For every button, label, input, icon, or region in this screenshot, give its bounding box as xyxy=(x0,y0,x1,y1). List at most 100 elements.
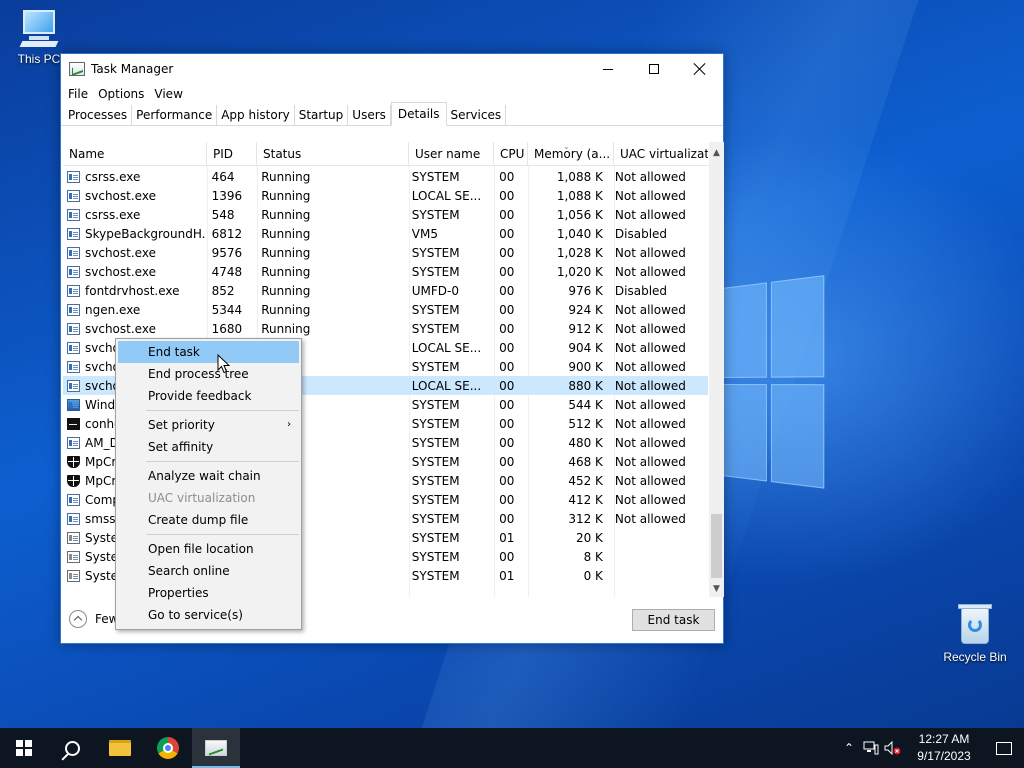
context-menu-label: Properties xyxy=(148,586,209,600)
context-menu-item-open-file-location[interactable]: Open file location xyxy=(116,538,301,560)
process-cpu: 00 xyxy=(499,511,515,526)
process-uac: Not allowed xyxy=(614,359,686,374)
process-app-icon xyxy=(67,208,80,221)
process-cpu: 00 xyxy=(499,454,515,469)
context-menu-item-properties[interactable]: Properties xyxy=(116,582,301,604)
process-memory: 924 K xyxy=(568,302,603,317)
table-row[interactable]: csrss.exe 548 Running SYSTEM 00 1,056 K Not al… xyxy=(63,205,708,224)
clock[interactable]: 12:27 AM 9/17/2023 xyxy=(904,731,984,765)
scroll-down-icon[interactable]: ▼ xyxy=(709,582,724,597)
process-user: SYSTEM xyxy=(411,568,460,583)
search-button[interactable] xyxy=(48,728,96,768)
menu-separator xyxy=(146,461,299,462)
minimize-button[interactable] xyxy=(585,54,631,84)
table-row[interactable]: fontdrvhost.exe 852 Running UMFD-0 00 976 K Di… xyxy=(63,281,708,300)
title-bar[interactable]: Task Manager xyxy=(61,54,723,84)
table-row[interactable]: svchost.exe 1680 Running SYSTEM 00 912 K Not a… xyxy=(63,319,708,338)
tab-details[interactable]: Details xyxy=(390,102,447,126)
show-hidden-icons-button[interactable]: ⌃ xyxy=(838,728,860,768)
menu-view[interactable]: View xyxy=(149,87,187,101)
process-uac: Not allowed xyxy=(614,397,686,412)
network-icon[interactable] xyxy=(860,728,882,768)
process-app-icon xyxy=(67,493,80,506)
process-cpu: 00 xyxy=(499,435,515,450)
process-user: SYSTEM xyxy=(411,416,460,431)
tab-startup[interactable]: Startup xyxy=(294,105,349,125)
tab-performance[interactable]: Performance xyxy=(132,105,218,125)
table-header: Name PID Status User name CPU Memory (a.… xyxy=(63,142,724,166)
process-name: ngen.exe xyxy=(85,302,141,317)
action-center-button[interactable] xyxy=(984,728,1024,768)
chrome-icon xyxy=(157,737,179,759)
process-uac: Not allowed xyxy=(614,416,686,431)
table-row[interactable]: csrss.exe 464 Running SYSTEM 00 1,088 K Not al… xyxy=(63,167,708,186)
process-pid: 1680 xyxy=(211,321,243,336)
process-memory: 512 K xyxy=(568,416,603,431)
process-cpu: 01 xyxy=(499,530,515,545)
process-uac: Not allowed xyxy=(614,302,686,317)
context-menu-item-go-to-service-s[interactable]: Go to service(s) xyxy=(116,604,301,626)
process-app-icon xyxy=(67,341,80,354)
scrollbar-thumb[interactable] xyxy=(711,514,722,578)
context-menu-item-search-online[interactable]: Search online xyxy=(116,560,301,582)
process-user: VM5 xyxy=(411,226,438,241)
column-header-memory[interactable]: Memory (a... xyxy=(528,142,614,165)
process-pid: 4748 xyxy=(211,264,243,279)
process-name: svchost.exe xyxy=(85,188,156,203)
tab-app-history[interactable]: App history xyxy=(217,105,295,125)
file-explorer-button[interactable] xyxy=(96,728,144,768)
context-menu-item-set-affinity[interactable]: Set affinity xyxy=(116,436,301,458)
table-row[interactable]: svchost.exe 9576 Running SYSTEM 00 1,028 K Not… xyxy=(63,243,708,262)
menu-options[interactable]: Options xyxy=(93,87,149,101)
start-button[interactable] xyxy=(0,728,48,768)
tab-services[interactable]: Services xyxy=(446,105,507,125)
chrome-button[interactable] xyxy=(144,728,192,768)
process-name: MpCr xyxy=(85,473,117,488)
table-row[interactable]: svchost.exe 1396 Running LOCAL SE... 00 1,088… xyxy=(63,186,708,205)
context-menu-item-end-task[interactable]: End task xyxy=(118,341,299,363)
context-menu-label: Search online xyxy=(148,564,230,578)
tab-users[interactable]: Users xyxy=(348,105,391,125)
context-menu-item-create-dump-file[interactable]: Create dump file xyxy=(116,509,301,531)
process-user: SYSTEM xyxy=(411,397,460,412)
fewer-details-button[interactable]: Few xyxy=(69,610,118,628)
table-row[interactable]: svchost.exe 4748 Running SYSTEM 00 1,020 K Not… xyxy=(63,262,708,281)
close-button[interactable] xyxy=(677,54,723,84)
process-name-cell: svchost.exe xyxy=(63,265,206,279)
desktop-icon-recycle-bin[interactable]: Recycle Bin xyxy=(938,602,1012,664)
context-menu-item-end-process-tree[interactable]: End process tree xyxy=(116,363,301,385)
process-name-cell: svchost.exe xyxy=(63,189,206,203)
process-app-icon xyxy=(67,170,80,183)
process-name: MpCr xyxy=(85,454,117,469)
process-name: csrss.exe xyxy=(85,207,141,222)
column-header-cpu[interactable]: CPU xyxy=(494,142,528,165)
process-pid: 852 xyxy=(211,283,235,298)
maximize-button[interactable] xyxy=(631,54,677,84)
tab-processes[interactable]: Processes xyxy=(64,105,133,125)
chevron-right-icon: › xyxy=(287,419,291,430)
context-menu-label: Set affinity xyxy=(148,440,214,454)
column-header-status[interactable]: Status xyxy=(257,142,409,165)
scroll-up-icon[interactable]: ▲ xyxy=(709,146,724,161)
process-uac: Not allowed xyxy=(614,340,686,355)
table-row[interactable]: ngen.exe 5344 Running SYSTEM 00 924 K Not allo… xyxy=(63,300,708,319)
column-header-name[interactable]: Name xyxy=(63,142,207,165)
column-header-uac[interactable]: UAC virtualizat... xyxy=(614,142,708,165)
context-menu-item-provide-feedback[interactable]: Provide feedback xyxy=(116,385,301,407)
task-manager-taskbar-button[interactable] xyxy=(192,728,240,768)
process-status: Running xyxy=(261,169,311,184)
end-task-button[interactable]: End task xyxy=(632,609,715,631)
process-user: SYSTEM xyxy=(411,245,460,260)
vertical-scrollbar[interactable]: ▲ ▼ xyxy=(709,142,724,597)
column-header-user-name[interactable]: User name xyxy=(409,142,494,165)
volume-muted-icon[interactable] xyxy=(882,728,904,768)
context-menu-label: Go to service(s) xyxy=(148,608,243,622)
process-memory: 468 K xyxy=(568,454,603,469)
context-menu-item-set-priority[interactable]: Set priority › xyxy=(116,414,301,436)
process-status: Running xyxy=(261,245,311,260)
table-row[interactable]: SkypeBackgroundH... 6812 Running VM5 00 1,040… xyxy=(63,224,708,243)
column-header-pid[interactable]: PID xyxy=(207,142,257,165)
context-menu-item-analyze-wait-chain[interactable]: Analyze wait chain xyxy=(116,465,301,487)
minimize-icon xyxy=(603,68,613,70)
menu-file[interactable]: File xyxy=(63,87,93,101)
